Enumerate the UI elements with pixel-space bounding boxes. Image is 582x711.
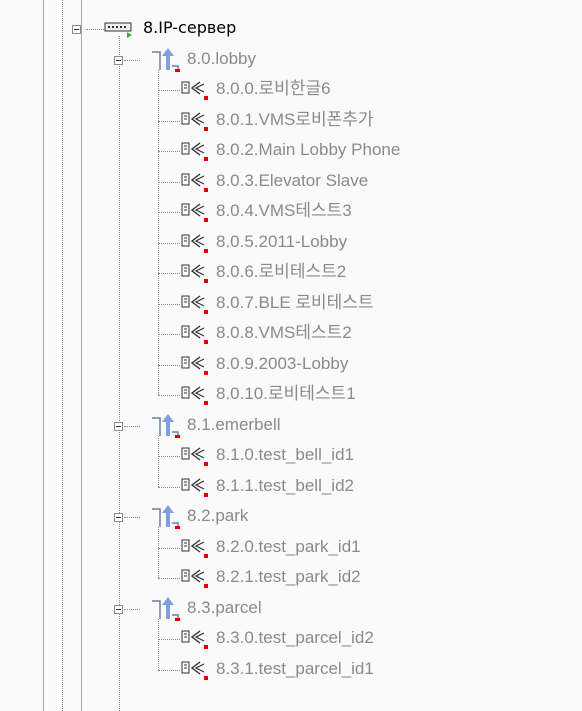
collapse-minus-icon[interactable] [114,604,123,614]
tree-connector [158,151,180,152]
up-arrow-group-icon [150,412,180,443]
device-label[interactable]: 8.0.8.VMS테스트2 [216,318,352,348]
tree-node-device[interactable]: 8.0.6.로비테스트2 [0,257,582,287]
tree-node-device[interactable]: 8.0.2.Main Lobby Phone [0,135,582,165]
device-label[interactable]: 8.0.6.로비테스트2 [216,257,346,287]
tree-connector [158,456,180,457]
tree-node-device[interactable]: 8.2.0.test_park_id1 [0,532,582,562]
intercom-device-icon [180,199,208,230]
tree-node-device[interactable]: 8.0.1.VMS로비폰추가 [0,105,582,135]
tree-node-group[interactable]: 8.2.park [0,501,582,531]
device-label[interactable]: 8.2.0.test_park_id1 [216,532,361,562]
tree-connector [86,29,106,30]
intercom-device-icon [180,352,208,383]
tree-connector [158,334,180,335]
up-arrow-group-icon [150,595,180,626]
tree-node-server[interactable]: 8.IP-сервер [0,13,582,43]
collapse-minus-icon[interactable] [114,421,123,431]
tree-node-device[interactable]: 8.0.8.VMS테스트2 [0,318,582,348]
device-label[interactable]: 8.0.2.Main Lobby Phone [216,135,400,165]
tree-node-device[interactable]: 8.0.5.2011-Lobby [0,227,582,257]
intercom-device-icon [180,657,208,688]
tree-connector [158,90,180,91]
tree-node-device[interactable]: 8.0.7.BLE 로비테스트 [0,288,582,318]
intercom-device-icon [180,77,208,108]
intercom-device-icon [180,321,208,352]
device-label[interactable]: 8.3.1.test_parcel_id1 [216,654,374,684]
tree-connector [158,669,180,671]
device-label[interactable]: 8.0.3.Elevator Slave [216,166,368,196]
intercom-device-icon [180,260,208,291]
collapse-minus-icon[interactable] [72,25,81,34]
device-label[interactable]: 8.0.9.2003-Lobby [216,349,348,379]
intercom-device-icon [180,169,208,200]
intercom-device-icon [180,382,208,413]
group-label[interactable]: 8.3.parcel [187,593,262,623]
tree-node-group[interactable]: 8.0.lobby [0,44,582,74]
tree-connector [124,59,140,61]
intercom-device-icon [180,565,208,596]
server-rack-icon [104,22,132,38]
tree-connector [158,303,180,305]
tree-node-group[interactable]: 8.1.emerbell [0,410,582,440]
group-label[interactable]: 8.0.lobby [187,44,256,74]
up-arrow-group-icon [150,46,180,77]
group-label[interactable]: 8.1.emerbell [187,410,281,440]
group-label[interactable]: 8.2.park [187,501,248,531]
intercom-device-icon [180,291,208,322]
device-label[interactable]: 8.1.0.test_bell_id1 [216,440,354,470]
device-label[interactable]: 8.0.0.로비한글6 [216,74,331,104]
tree-node-device[interactable]: 8.1.1.test_bell_id2 [0,471,582,501]
tree-connector [158,395,180,396]
tree-connector [124,425,140,427]
tree-connector [158,639,180,640]
tree-node-device[interactable]: 8.3.0.test_parcel_id2 [0,623,582,653]
device-label[interactable]: 8.1.1.test_bell_id2 [216,471,354,501]
tree-node-device[interactable]: 8.0.0.로비한글6 [0,74,582,104]
tree-node-device[interactable]: 8.0.9.2003-Lobby [0,349,582,379]
tree-connector [124,608,140,610]
device-label[interactable]: 8.0.10.로비테스트1 [216,379,356,409]
tree-connector [158,547,180,549]
device-label[interactable]: 8.0.5.2011-Lobby [216,227,347,257]
intercom-device-icon [180,108,208,139]
tree-node-device[interactable]: 8.0.4.VMS테스트3 [0,196,582,226]
tree-node-device[interactable]: 8.0.10.로비테스트1 [0,379,582,409]
intercom-device-icon [180,474,208,505]
tree-connector [158,212,180,213]
tree-node-device[interactable]: 8.2.1.test_park_id2 [0,562,582,592]
intercom-device-icon [180,138,208,169]
device-label[interactable]: 8.0.7.BLE 로비테스트 [216,288,374,318]
device-label[interactable]: 8.0.1.VMS로비폰추가 [216,105,374,135]
tree-node-group[interactable]: 8.3.parcel [0,593,582,623]
collapse-minus-icon[interactable] [114,55,123,65]
up-arrow-group-icon [150,503,180,534]
intercom-device-icon [180,230,208,261]
tree-connector [158,273,180,274]
tree-connector [124,517,140,518]
tree-node-device[interactable]: 8.0.3.Elevator Slave [0,166,582,196]
tree-node-device[interactable]: 8.3.1.test_parcel_id1 [0,654,582,684]
server-label[interactable]: 8.IP-сервер [143,13,236,43]
intercom-device-icon [180,535,208,566]
device-label[interactable]: 8.2.1.test_park_id2 [216,562,361,592]
tree-connector [158,242,180,244]
tree-connector [158,120,180,122]
tree-connector [158,486,180,488]
tree-connector [158,364,180,366]
intercom-device-icon [180,443,208,474]
tree-node-device[interactable]: 8.1.0.test_bell_id1 [0,440,582,470]
device-tree: 8.IP-сервер 8.0.lobby 8.0.0.로비한글6 8.0.1.VM… [0,0,582,711]
intercom-device-icon [180,626,208,657]
tree-connector [158,578,180,579]
collapse-minus-icon[interactable] [114,513,123,522]
device-label[interactable]: 8.3.0.test_parcel_id2 [216,623,374,653]
device-label[interactable]: 8.0.4.VMS테스트3 [216,196,352,226]
tree-connector [158,181,180,183]
